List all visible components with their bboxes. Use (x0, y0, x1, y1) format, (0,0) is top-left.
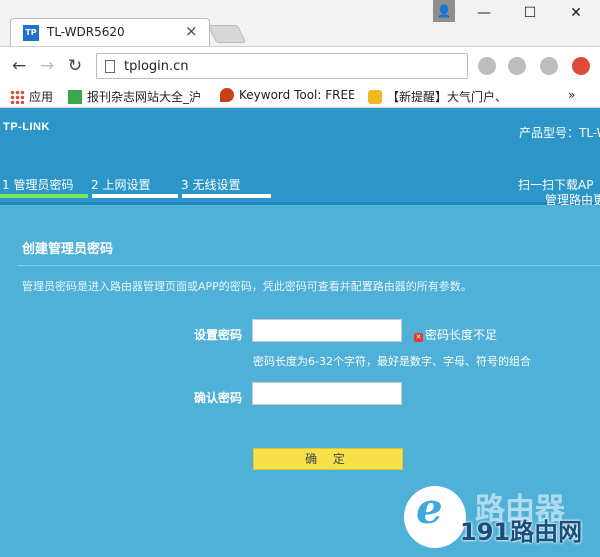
watermark-text: 191路由网 (460, 518, 583, 546)
flame-icon (220, 88, 234, 102)
tp-link-favicon: TP (23, 25, 39, 41)
extension-icon-2[interactable] (508, 57, 526, 75)
user-profile-icon[interactable]: 👤 (433, 0, 455, 22)
bookmark-item[interactable]: 报刊杂志网站大全_沪 (68, 88, 206, 104)
bookmark-item[interactable]: Keyword Tool: FREE (220, 88, 354, 104)
trophy-icon (368, 90, 382, 104)
password-hint: 密码长度为6-32个字符，最好是数字、字母、符号的组合 (253, 355, 531, 368)
extension-icon-1[interactable] (478, 57, 496, 75)
panel-title: 创建管理员密码 (22, 242, 114, 257)
step-progress-bar (182, 194, 271, 198)
router-header: TP-LINK 产品型号：TL-W (0, 108, 600, 158)
watermark-e-icon: e (416, 484, 443, 533)
browser-tab[interactable]: TP TL-WDR5620 × (10, 18, 210, 46)
step-progress-bar (92, 194, 178, 198)
setup-steps: 1 管理员密码 2 上网设置 3 无线设置 扫一扫下载AP 管理路由更 (0, 158, 600, 207)
tab-title: TL-WDR5620 (47, 25, 125, 39)
tp-link-logo: TP-LINK (3, 121, 50, 133)
maximize-button[interactable]: ☐ (510, 2, 550, 24)
bookmark-item[interactable]: 【新提醒】大气门户、 (368, 88, 508, 104)
browser-toolbar: ← → ↻ tplogin.cn (0, 46, 600, 84)
reload-button[interactable]: ↻ (64, 55, 86, 77)
password-error: ✕ 密码长度不足 (414, 326, 497, 343)
step-admin-password[interactable]: 1 管理员密码 (2, 176, 73, 193)
minimize-button[interactable]: — (464, 2, 504, 24)
apps-grid-icon (10, 90, 24, 104)
bookmarks-overflow-button[interactable]: » (568, 88, 575, 104)
set-password-input[interactable] (252, 319, 402, 342)
new-tab-button[interactable] (207, 25, 247, 43)
green-check-icon (68, 90, 82, 104)
confirm-password-input[interactable] (252, 382, 402, 405)
address-bar[interactable]: tplogin.cn (96, 53, 468, 79)
step-wireless-settings[interactable]: 3 无线设置 (181, 176, 240, 193)
confirm-password-label: 确认密码 (194, 391, 243, 405)
url-text[interactable]: tplogin.cn (124, 59, 189, 74)
extension-icon-4[interactable] (572, 57, 590, 75)
close-window-button[interactable]: ✕ (556, 2, 596, 24)
forward-button[interactable]: → (36, 55, 58, 77)
tab-close-icon[interactable]: × (185, 22, 198, 40)
error-text: 密码长度不足 (425, 328, 498, 342)
set-password-label: 设置密码 (194, 328, 243, 342)
confirm-button[interactable]: 确 定 (253, 448, 403, 470)
page-icon (105, 60, 115, 73)
step-progress-bar (0, 194, 88, 198)
browser-titlebar: TP TL-WDR5620 × 👤 — ☐ ✕ (0, 0, 600, 46)
product-model: 产品型号：TL-W (519, 126, 600, 140)
extension-icon-3[interactable] (540, 57, 558, 75)
step-internet-settings[interactable]: 2 上网设置 (91, 176, 150, 193)
divider (18, 265, 600, 266)
panel-description: 管理员密码是进入路由器管理页面或APP的密码，凭此密码可查看并配置路由器的所有参… (22, 280, 472, 293)
back-button[interactable]: ← (8, 55, 30, 77)
error-icon: ✕ (414, 333, 423, 342)
bookmark-apps[interactable]: 应用 (10, 88, 53, 104)
bookmarks-bar: 应用 报刊杂志网站大全_沪 Keyword Tool: FREE 【新提醒】大气… (0, 84, 600, 108)
